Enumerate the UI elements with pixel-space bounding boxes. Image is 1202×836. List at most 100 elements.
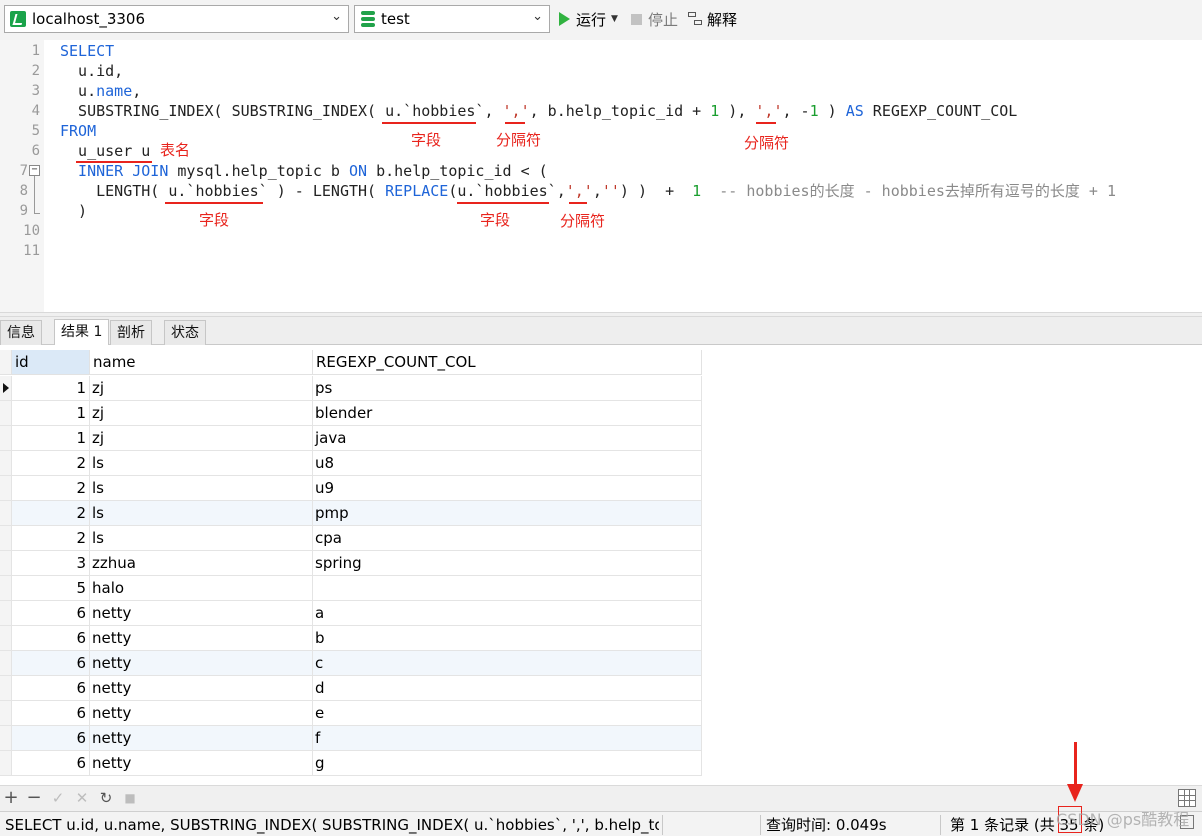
cell-name[interactable]: halo bbox=[90, 576, 313, 601]
tab-info[interactable]: 信息 bbox=[0, 320, 42, 345]
row-selector[interactable] bbox=[0, 451, 12, 476]
cell-regexp-count-col[interactable]: f bbox=[313, 726, 702, 751]
connection-select[interactable]: localhost_3306 ⌄ bbox=[4, 5, 349, 33]
table-row[interactable]: 5 halo bbox=[0, 576, 702, 601]
database-select[interactable]: test ⌄ bbox=[354, 5, 550, 33]
cell-name[interactable]: zj bbox=[90, 426, 313, 451]
tab-profile[interactable]: 剖析 bbox=[110, 320, 152, 345]
table-row[interactable]: 3 zzhua spring bbox=[0, 551, 702, 576]
cell-regexp-count-col[interactable]: cpa bbox=[313, 526, 702, 551]
cell-id[interactable]: 6 bbox=[12, 701, 90, 726]
grid-view-icon[interactable] bbox=[1178, 789, 1196, 807]
row-selector[interactable] bbox=[0, 551, 12, 576]
cell-name[interactable]: netty bbox=[90, 651, 313, 676]
cell-name[interactable]: ls bbox=[90, 501, 313, 526]
row-selector[interactable] bbox=[0, 601, 12, 626]
cell-regexp-count-col[interactable] bbox=[313, 576, 702, 601]
table-row[interactable]: 2 ls cpa bbox=[0, 526, 702, 551]
table-row[interactable]: 2 ls u9 bbox=[0, 476, 702, 501]
table-row[interactable]: 2 ls u8 bbox=[0, 451, 702, 476]
row-selector[interactable] bbox=[0, 701, 12, 726]
column-header-name[interactable]: name bbox=[90, 350, 313, 375]
cell-id[interactable]: 2 bbox=[12, 476, 90, 501]
cell-regexp-count-col[interactable]: blender bbox=[313, 401, 702, 426]
row-selector[interactable] bbox=[0, 476, 12, 501]
discard-changes-icon[interactable]: ✕ bbox=[73, 789, 91, 807]
table-row[interactable]: 1 zj java bbox=[0, 426, 702, 451]
cell-id[interactable]: 6 bbox=[12, 751, 90, 776]
column-header-id[interactable]: id bbox=[12, 350, 90, 375]
row-selector[interactable] bbox=[0, 651, 12, 676]
row-selector[interactable] bbox=[0, 401, 12, 426]
row-selector[interactable] bbox=[0, 676, 12, 701]
cell-name[interactable]: netty bbox=[90, 601, 313, 626]
cell-regexp-count-col[interactable]: pmp bbox=[313, 501, 702, 526]
cell-id[interactable]: 5 bbox=[12, 576, 90, 601]
fold-toggle-icon[interactable]: − bbox=[29, 165, 40, 176]
table-row[interactable]: 2 ls pmp bbox=[0, 501, 702, 526]
cell-name[interactable]: netty bbox=[90, 726, 313, 751]
table-row[interactable]: 6 netty g bbox=[0, 751, 702, 776]
chevron-down-icon[interactable]: ⌄ bbox=[331, 9, 342, 24]
cell-regexp-count-col[interactable]: java bbox=[313, 426, 702, 451]
cell-id[interactable]: 6 bbox=[12, 676, 90, 701]
delete-record-icon[interactable]: − bbox=[25, 789, 43, 807]
row-selector[interactable] bbox=[0, 751, 12, 776]
cell-name[interactable]: netty bbox=[90, 626, 313, 651]
cell-id[interactable]: 1 bbox=[12, 401, 90, 426]
table-row[interactable]: 6 netty b bbox=[0, 626, 702, 651]
run-button[interactable]: 运行 ▼ bbox=[559, 8, 618, 30]
table-row[interactable]: 1 zj ps bbox=[0, 376, 702, 401]
stop-button[interactable]: 停止 bbox=[631, 8, 678, 30]
cell-regexp-count-col[interactable]: g bbox=[313, 751, 702, 776]
cell-id[interactable]: 2 bbox=[12, 501, 90, 526]
refresh-icon[interactable]: ↻ bbox=[97, 789, 115, 807]
cell-name[interactable]: netty bbox=[90, 751, 313, 776]
explain-button[interactable]: 解释 bbox=[688, 8, 737, 30]
cell-regexp-count-col[interactable]: ps bbox=[313, 376, 702, 401]
cell-regexp-count-col[interactable]: a bbox=[313, 601, 702, 626]
row-selector[interactable] bbox=[0, 626, 12, 651]
cell-regexp-count-col[interactable]: b bbox=[313, 626, 702, 651]
cell-regexp-count-col[interactable]: spring bbox=[313, 551, 702, 576]
cell-id[interactable]: 6 bbox=[12, 651, 90, 676]
cell-name[interactable]: ls bbox=[90, 451, 313, 476]
cell-regexp-count-col[interactable]: e bbox=[313, 701, 702, 726]
add-record-icon[interactable]: + bbox=[2, 789, 20, 807]
table-row[interactable]: 6 netty c bbox=[0, 651, 702, 676]
row-selector[interactable] bbox=[0, 501, 12, 526]
caret-down-icon[interactable]: ▼ bbox=[611, 14, 618, 24]
cell-name[interactable]: ls bbox=[90, 476, 313, 501]
cell-name[interactable]: netty bbox=[90, 676, 313, 701]
row-selector[interactable] bbox=[0, 576, 12, 601]
cell-id[interactable]: 6 bbox=[12, 626, 90, 651]
sql-editor[interactable]: 1 2 3 4 5 6 7 8 9 10 11 − SELECT u.id, u… bbox=[0, 40, 1202, 312]
cell-id[interactable]: 2 bbox=[12, 526, 90, 551]
tab-status[interactable]: 状态 bbox=[164, 320, 206, 345]
cell-id[interactable]: 1 bbox=[12, 376, 90, 401]
row-selector[interactable] bbox=[0, 376, 12, 401]
row-selector[interactable] bbox=[0, 726, 12, 751]
apply-changes-icon[interactable]: ✓ bbox=[49, 789, 67, 807]
chevron-down-icon[interactable]: ⌄ bbox=[532, 9, 543, 24]
column-header-regexp-count-col[interactable]: REGEXP_COUNT_COL bbox=[313, 350, 702, 375]
cell-id[interactable]: 2 bbox=[12, 451, 90, 476]
tab-result-1[interactable]: 结果 1 bbox=[54, 319, 110, 345]
cell-regexp-count-col[interactable]: u8 bbox=[313, 451, 702, 476]
table-row[interactable]: 6 netty d bbox=[0, 676, 702, 701]
cell-name[interactable]: netty bbox=[90, 701, 313, 726]
table-row[interactable]: 6 netty e bbox=[0, 701, 702, 726]
row-selector[interactable] bbox=[0, 526, 12, 551]
cell-name[interactable]: ls bbox=[90, 526, 313, 551]
cell-regexp-count-col[interactable]: u9 bbox=[313, 476, 702, 501]
cell-id[interactable]: 3 bbox=[12, 551, 90, 576]
table-row[interactable]: 6 netty f bbox=[0, 726, 702, 751]
cell-regexp-count-col[interactable]: d bbox=[313, 676, 702, 701]
stop-icon[interactable]: ■ bbox=[121, 789, 139, 807]
cell-name[interactable]: zzhua bbox=[90, 551, 313, 576]
table-row[interactable]: 1 zj blender bbox=[0, 401, 702, 426]
cell-id[interactable]: 6 bbox=[12, 726, 90, 751]
row-selector[interactable] bbox=[0, 426, 12, 451]
cell-name[interactable]: zj bbox=[90, 401, 313, 426]
table-row[interactable]: 6 netty a bbox=[0, 601, 702, 626]
